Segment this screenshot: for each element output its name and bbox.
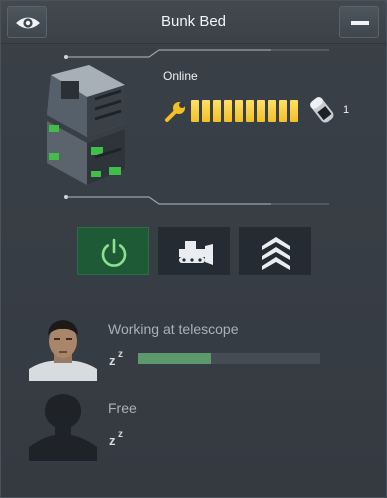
svg-text:z: z [109,353,116,367]
sleep-zz-icon: z z [109,429,123,447]
power-icon [101,238,127,267]
title-bar: Bunk Bed [1,1,386,44]
window-title: Bunk Bed [160,13,227,30]
minimize-button[interactable] [339,6,379,38]
wrench-icon [165,102,185,122]
minus-icon [351,21,369,25]
occupant-activity: Working at telescope [108,321,239,337]
component-count: 1 [343,104,350,116]
integrity-segment [268,100,276,122]
integrity-bar [191,100,301,122]
integrity-segment [202,100,210,122]
integrity-segment [213,100,221,122]
eye-icon [16,17,40,29]
activity-progress-fill [138,353,211,364]
integrity-segment [191,100,199,122]
chevrons-up-icon [262,237,290,270]
svg-text:z: z [118,429,123,440]
power-button[interactable] [77,227,149,275]
occupant-activity: Free [108,400,137,416]
integrity-segment [246,100,254,122]
occupant-portrait [29,320,97,381]
section-divider [64,195,329,205]
sleep-zz-icon: z z [109,349,123,367]
activity-progress-bar [138,353,320,364]
empty-occupant-silhouette [29,394,97,461]
canister-icon [310,97,334,123]
svg-text:z: z [109,433,116,447]
integrity-segment [235,100,243,122]
svg-text:z: z [118,349,123,360]
bunk-bed-block-icon [47,65,125,185]
block-status: Online [163,69,198,83]
upgrade-button[interactable] [239,227,311,275]
visibility-toggle-button[interactable] [7,6,47,38]
integrity-segment [290,100,298,122]
integrity-segment [224,100,232,122]
bulldozer-icon [179,241,213,265]
integrity-segment [279,100,287,122]
bulldoze-button[interactable] [158,227,230,275]
section-divider [64,49,329,59]
bunk-bed-panel: Bunk Bed Online 1 Working at telescope z… [0,0,387,498]
integrity-segment [257,100,265,122]
